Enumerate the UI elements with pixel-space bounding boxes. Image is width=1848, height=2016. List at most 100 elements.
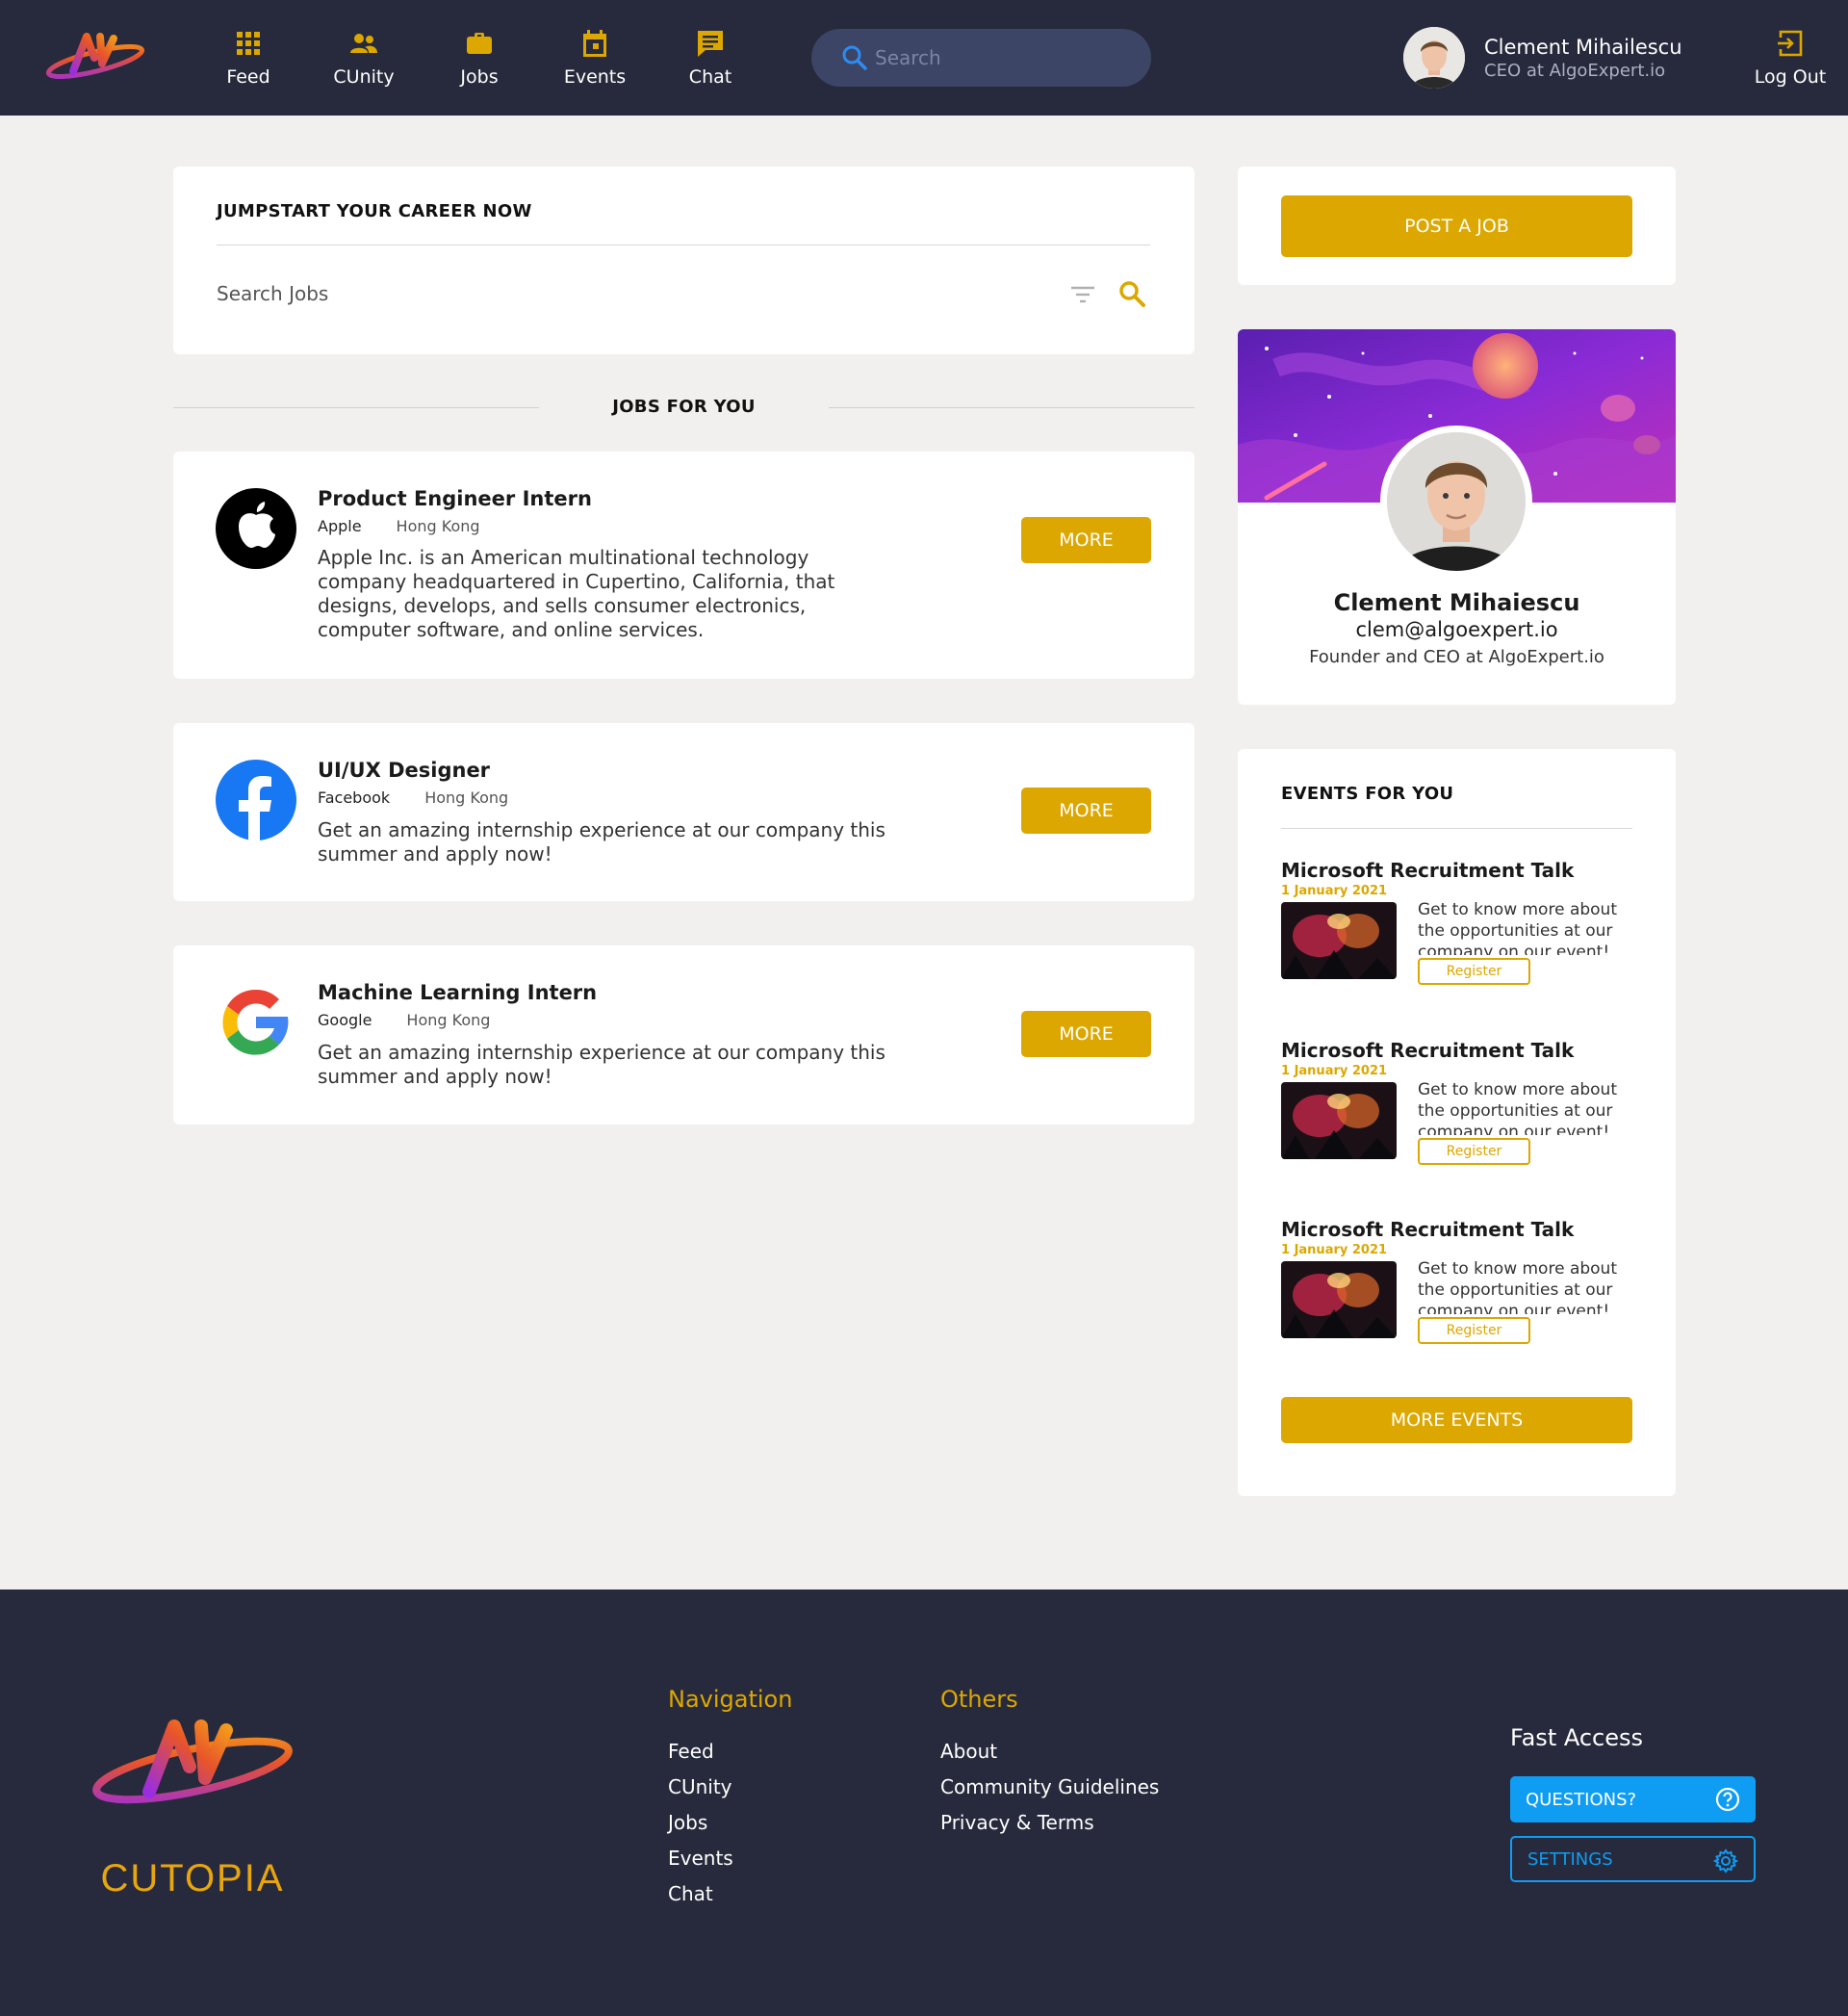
- nav-chat-label: Chat: [688, 66, 732, 88]
- search-icon[interactable]: [1116, 278, 1147, 309]
- profile-name: Clement Mihaiescu: [1333, 589, 1580, 616]
- user-profile-menu[interactable]: Clement Mihailescu CEO at AlgoExpert.io: [1403, 27, 1682, 89]
- nav-feed[interactable]: Feed: [191, 0, 306, 116]
- event-title[interactable]: Microsoft Recruitment Talk: [1281, 1039, 1574, 1062]
- job-company: Google: [318, 1011, 372, 1029]
- footer-link-guidelines[interactable]: Community Guidelines: [940, 1770, 1159, 1805]
- footer-link-events[interactable]: Events: [668, 1841, 733, 1876]
- nav-feed-label: Feed: [226, 66, 270, 88]
- footer-link-chat[interactable]: Chat: [668, 1876, 733, 1912]
- footer-link-about[interactable]: About: [940, 1734, 1159, 1770]
- footer-nav-title: Navigation: [668, 1686, 793, 1713]
- job-card: Product Engineer Intern Apple Hong Kong …: [173, 452, 1194, 679]
- questions-button[interactable]: QUESTIONS?: [1510, 1776, 1756, 1822]
- more-button[interactable]: MORE: [1021, 517, 1151, 563]
- people-icon: [350, 34, 377, 53]
- job-title[interactable]: Product Engineer Intern: [318, 487, 592, 510]
- questions-label: QUESTIONS?: [1526, 1789, 1637, 1810]
- logout-icon: [1778, 30, 1803, 57]
- job-description: Get an amazing internship experience at …: [318, 1041, 886, 1088]
- cutopia-logo-icon[interactable]: CUTOPIA: [91, 1713, 294, 1905]
- nav-events-label: Events: [563, 66, 627, 88]
- event-title[interactable]: Microsoft Recruitment Talk: [1281, 1218, 1574, 1241]
- event-description: Get to know more about the opportunities…: [1418, 900, 1617, 955]
- event-image: [1281, 1082, 1397, 1159]
- nav-jobs[interactable]: Jobs: [422, 0, 537, 116]
- event-item: Microsoft Recruitment Talk 1 January 202…: [1281, 859, 1647, 1003]
- user-info: Clement Mihailescu CEO at AlgoExpert.io: [1484, 36, 1682, 81]
- footer-others-links: About Community Guidelines Privacy & Ter…: [940, 1734, 1159, 1841]
- job-card: Machine Learning Intern Google Hong Kong…: [173, 945, 1194, 1124]
- user-name: Clement Mihailescu: [1484, 35, 1682, 59]
- event-item: Microsoft Recruitment Talk 1 January 202…: [1281, 1039, 1647, 1183]
- footer-link-cunity[interactable]: CUnity: [668, 1770, 733, 1805]
- job-title[interactable]: UI/UX Designer: [318, 759, 490, 782]
- job-location: Hong Kong: [396, 517, 480, 535]
- job-search-input[interactable]: Search Jobs: [217, 282, 328, 305]
- more-button[interactable]: MORE: [1021, 1011, 1151, 1057]
- logout-button[interactable]: Log Out: [1752, 0, 1829, 116]
- job-company: Apple: [318, 517, 362, 535]
- event-item: Microsoft Recruitment Talk 1 January 202…: [1281, 1218, 1647, 1362]
- post-job-button[interactable]: POST A JOB: [1281, 195, 1632, 257]
- cutopia-logo-icon[interactable]: [44, 29, 146, 87]
- google-logo-icon: [222, 989, 289, 1055]
- logout-label: Log Out: [1754, 66, 1827, 88]
- job-company: Facebook: [318, 788, 391, 807]
- fast-access-title: Fast Access: [1510, 1724, 1644, 1751]
- event-description: Get to know more about the opportunities…: [1418, 1080, 1617, 1135]
- footer: CUTOPIA Navigation Feed CUnity Jobs Even…: [0, 1590, 1848, 2016]
- nav-events[interactable]: Events: [537, 0, 653, 116]
- avatar: [1380, 426, 1532, 578]
- profile-card: Clement Mihaiescu clem@algoexpert.io Fou…: [1238, 329, 1676, 705]
- divider: [217, 245, 1150, 246]
- footer-link-privacy[interactable]: Privacy & Terms: [940, 1805, 1159, 1841]
- filter-icon[interactable]: [1068, 280, 1097, 309]
- divider: [1281, 828, 1632, 829]
- user-role: CEO at AlgoExpert.io: [1484, 60, 1666, 81]
- register-button[interactable]: Register: [1418, 958, 1530, 985]
- job-location: Hong Kong: [406, 1011, 491, 1029]
- settings-button[interactable]: SETTINGS: [1510, 1836, 1756, 1882]
- more-events-button[interactable]: MORE EVENTS: [1281, 1397, 1632, 1443]
- job-meta: Facebook Hong Kong: [318, 788, 508, 807]
- nav-jobs-label: Jobs: [460, 66, 499, 88]
- register-button[interactable]: Register: [1418, 1138, 1530, 1165]
- job-card: UI/UX Designer Facebook Hong Kong Get an…: [173, 723, 1194, 901]
- calendar-icon: [583, 30, 606, 57]
- job-meta: Apple Hong Kong: [318, 517, 480, 535]
- brand-wordmark: CUTOPIA: [100, 1857, 284, 1900]
- nav-cunity-label: CUnity: [333, 66, 395, 88]
- divider: [173, 407, 539, 408]
- job-title[interactable]: Machine Learning Intern: [318, 981, 597, 1004]
- jobs-section-title: JOBS FOR YOU: [612, 397, 756, 417]
- header-search-input[interactable]: Search: [811, 29, 1151, 87]
- event-title[interactable]: Microsoft Recruitment Talk: [1281, 859, 1574, 882]
- nav-chat[interactable]: Chat: [653, 0, 768, 116]
- chat-icon: [698, 31, 723, 57]
- apple-logo-icon: [216, 488, 296, 569]
- help-circle-icon: [1715, 1787, 1740, 1812]
- job-description: Apple Inc. is an American multinational …: [318, 546, 835, 641]
- settings-label: SETTINGS: [1527, 1848, 1613, 1870]
- avatar: [1403, 27, 1465, 89]
- grid-icon: [237, 32, 260, 55]
- divider: [829, 407, 1194, 408]
- register-button[interactable]: Register: [1418, 1317, 1530, 1344]
- nav-cunity[interactable]: CUnity: [306, 0, 422, 116]
- footer-link-jobs[interactable]: Jobs: [668, 1805, 733, 1841]
- footer-link-feed[interactable]: Feed: [668, 1734, 733, 1770]
- more-button[interactable]: MORE: [1021, 788, 1151, 834]
- event-description: Get to know more about the opportunities…: [1418, 1259, 1617, 1314]
- post-job-card: POST A JOB: [1238, 167, 1676, 285]
- profile-email: clem@algoexpert.io: [1355, 618, 1558, 641]
- events-title: EVENTS FOR YOU: [1281, 784, 1454, 804]
- event-date: 1 January 2021: [1281, 1064, 1388, 1078]
- event-image: [1281, 902, 1397, 979]
- gear-icon: [1713, 1848, 1738, 1874]
- search-placeholder: Search: [875, 46, 941, 69]
- event-image: [1281, 1261, 1397, 1338]
- facebook-logo-icon: [216, 760, 296, 840]
- footer-nav-links: Feed CUnity Jobs Events Chat: [668, 1734, 733, 1912]
- jumpstart-title: JUMPSTART YOUR CAREER NOW: [217, 201, 532, 221]
